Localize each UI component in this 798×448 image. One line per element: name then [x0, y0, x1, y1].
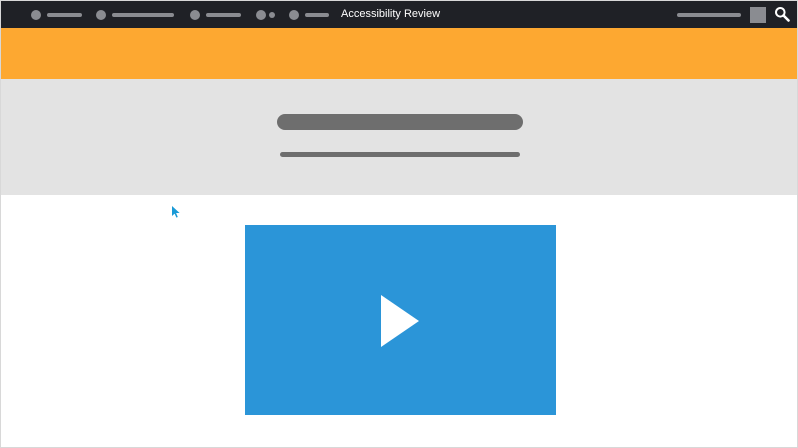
- nav-item-icon: [256, 10, 266, 20]
- browser-frame: Accessibility Review: [0, 0, 798, 448]
- hero-section: [1, 79, 797, 195]
- header-banner: [1, 28, 797, 79]
- nav-item-label-placeholder: [112, 13, 174, 17]
- page-title: Accessibility Review: [341, 8, 441, 20]
- avatar[interactable]: [750, 7, 766, 23]
- nav-item-icon: [289, 10, 299, 20]
- nav-item-label-placeholder: [269, 12, 275, 18]
- nav-item-4[interactable]: [256, 1, 276, 28]
- video-player[interactable]: [245, 225, 556, 415]
- nav-item-icon: [190, 10, 200, 20]
- nav-item-1[interactable]: [31, 1, 83, 28]
- mouse-pointer-icon: [171, 205, 181, 219]
- nav-item-2[interactable]: [96, 1, 176, 28]
- nav-item-label-placeholder: [47, 13, 82, 17]
- play-icon[interactable]: [380, 294, 420, 348]
- nav-item-label-placeholder: [206, 13, 241, 17]
- top-navigation-bar: Accessibility Review: [1, 1, 797, 28]
- nav-item-3[interactable]: [190, 1, 242, 28]
- nav-item-5[interactable]: [289, 1, 330, 28]
- hero-subtitle-placeholder: [280, 152, 520, 157]
- nav-item-icon: [31, 10, 41, 20]
- nav-item-label-placeholder: [305, 13, 329, 17]
- search-icon[interactable]: [774, 6, 790, 22]
- hero-title-placeholder: [277, 114, 523, 130]
- nav-item-icon: [96, 10, 106, 20]
- user-name-placeholder[interactable]: [677, 13, 741, 17]
